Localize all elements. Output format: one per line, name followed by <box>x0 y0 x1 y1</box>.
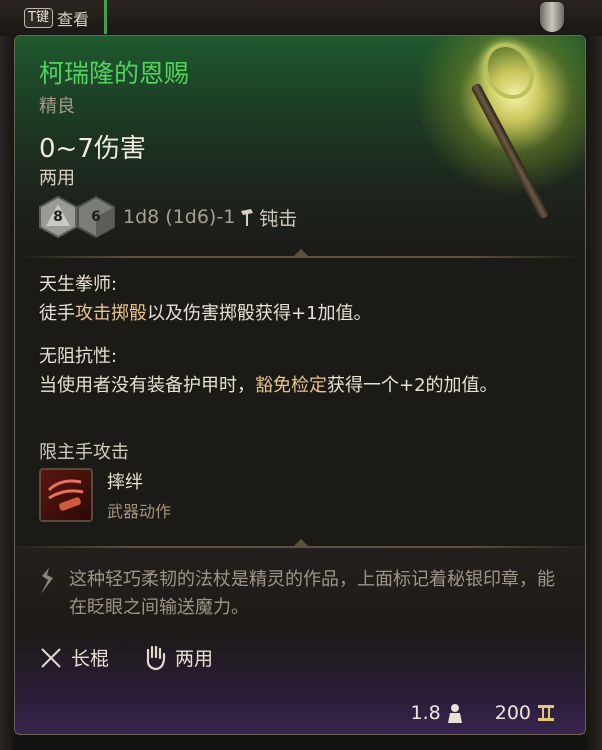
gold-coin-icon <box>538 705 554 721</box>
flavor-text: 这种轻巧柔韧的法杖是精灵的作品，上面标记着秘银印章，能在眨眼之间输送魔力。 <box>69 569 555 618</box>
inventory-background <box>0 0 602 36</box>
item-handedness: 两用 <box>39 168 75 189</box>
passive-text: 徒手攻击掷骰以及伤害掷骰获得+1加值。 <box>39 303 372 324</box>
passive-text: 当使用者没有装备护甲时，豁免检定获得一个+2的加值。 <box>39 375 498 396</box>
flavor-divider <box>15 546 585 548</box>
inspect-label: 查看 <box>56 10 89 29</box>
inventory-edge-left <box>0 36 14 750</box>
weight-value: 1.8 <box>410 702 441 724</box>
action-type: 武器动作 <box>107 502 172 521</box>
passive-natural-boxer: 天生拳师: 徒手攻击掷骰以及伤害掷骰获得+1加值。 <box>39 270 372 328</box>
dice-formula: 1d8 (1d6)-1 钝击 <box>123 204 297 231</box>
passive-highlight[interactable]: 豁免检定 <box>255 375 327 396</box>
damage-type: 钝击 <box>259 207 298 230</box>
d8-value: 8 <box>53 209 63 225</box>
inspect-hint[interactable]: T键 查看 <box>24 6 89 30</box>
dice-formula-text: 1d8 (1d6)-1 <box>123 206 236 228</box>
weapon-action[interactable]: 摔绊 武器动作 <box>39 468 171 522</box>
action-name: 摔绊 <box>107 472 143 493</box>
item-damage: 0~7伤害 <box>39 134 146 164</box>
item-name: 柯瑞隆的恩赐 <box>39 59 190 88</box>
passive-highlight[interactable]: 攻击掷骰 <box>75 303 147 324</box>
price-value: 200 <box>494 702 531 724</box>
action-text: 摔绊 武器动作 <box>107 468 171 522</box>
item-properties: 长棍 两用 <box>39 644 213 671</box>
passive-unhindered-resistance: 无阻抗性: 当使用者没有装备护甲时，豁免检定获得一个+2的加值。 <box>39 342 519 400</box>
divider-notch <box>294 249 308 256</box>
weight-icon <box>447 704 462 723</box>
property-label: 长棍 <box>71 648 110 670</box>
inventory-edge-right <box>586 36 602 750</box>
d8-die-icon: 8 <box>39 196 77 238</box>
restriction-text: 限主手攻击 <box>39 442 129 463</box>
crossed-staves-icon <box>41 647 61 668</box>
dice-row: 8 6 1d8 (1d6)-1 钝击 <box>39 194 297 240</box>
topple-action-icon <box>39 468 93 522</box>
flavor-divider-notch <box>294 539 308 546</box>
item-tooltip: 柯瑞隆的恩赐 精良 0~7伤害 两用 8 6 1d8 (1d6)-1 钝击 天生… <box>14 35 586 735</box>
hammer-icon <box>241 209 254 226</box>
item-stats: 1.8 200 <box>411 702 555 724</box>
quill-icon <box>41 568 53 594</box>
d6-die-icon: 6 <box>77 196 115 238</box>
key-hint: T键 <box>24 8 53 28</box>
item-rarity: 精良 <box>39 96 75 117</box>
passive-name: 天生拳师: <box>39 274 118 295</box>
section-divider <box>15 256 585 258</box>
hand-icon <box>146 645 166 670</box>
shield-icon[interactable] <box>540 2 564 32</box>
d6-value: 6 <box>91 209 101 225</box>
property-label: 两用 <box>175 648 214 670</box>
inventory-slot-highlight <box>104 0 107 34</box>
passive-name: 无阻抗性: <box>39 346 118 367</box>
